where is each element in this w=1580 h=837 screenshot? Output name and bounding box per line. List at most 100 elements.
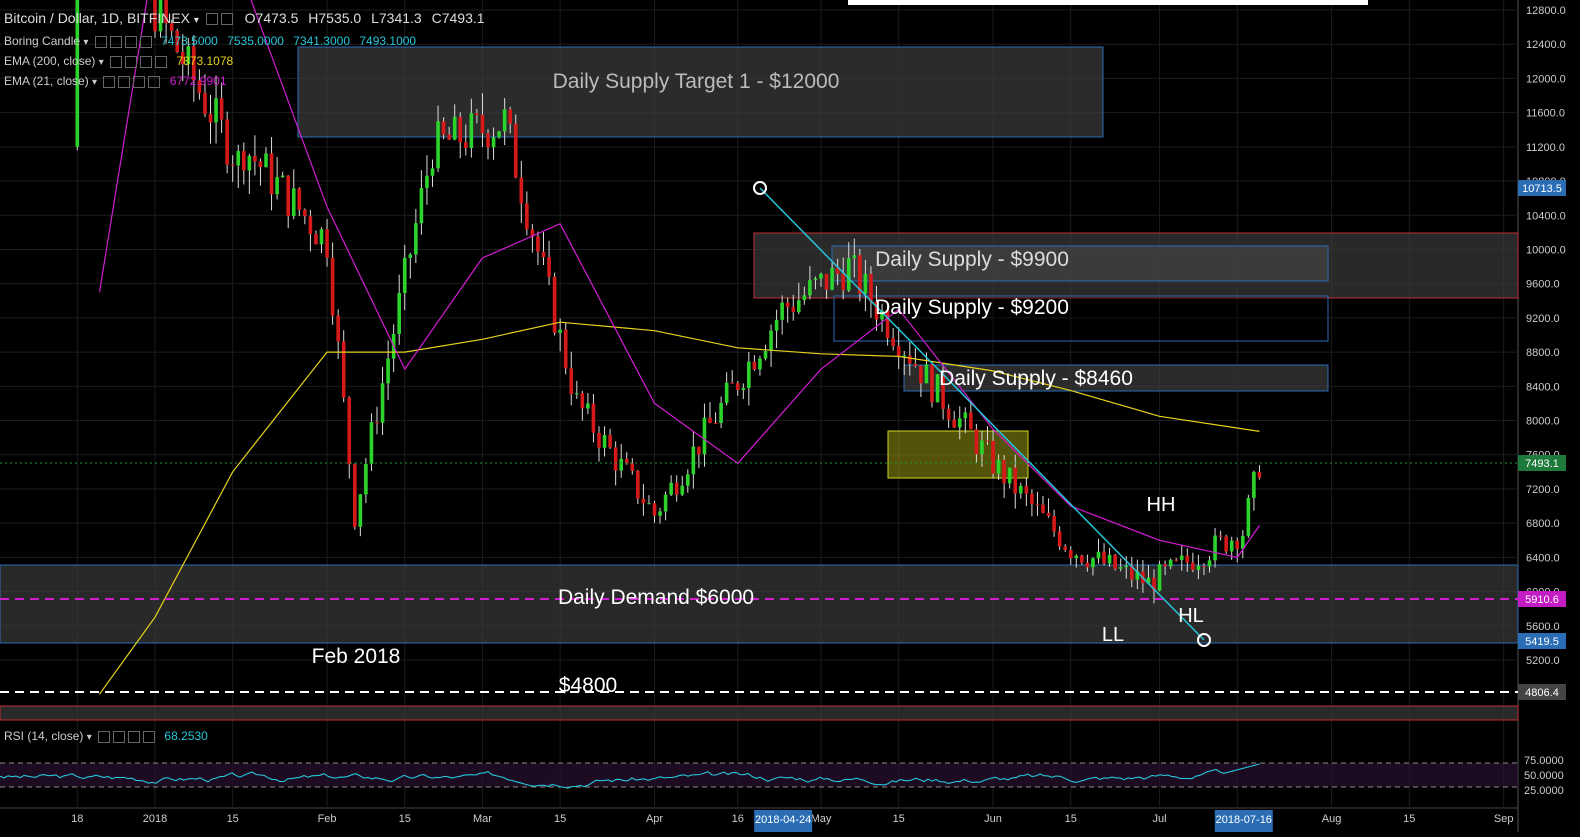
time-highlight-label: 2018-07-16	[1216, 814, 1272, 826]
price-tick: 5200.0	[1526, 655, 1560, 667]
add-icon[interactable]	[133, 75, 146, 88]
zone-bottom	[0, 705, 1519, 721]
candle-body	[430, 168, 435, 176]
candle-body	[713, 422, 718, 424]
add-icon[interactable]	[124, 35, 137, 48]
time-tick: Jun	[984, 813, 1002, 825]
candle-body	[1252, 471, 1256, 498]
candle-body	[1019, 485, 1023, 494]
candle-body	[1174, 559, 1178, 561]
candle-body	[763, 351, 768, 359]
settings-icon[interactable]	[125, 55, 138, 68]
indicator-ema200[interactable]: EMA (200, close) ▾ 7873.1078	[4, 54, 233, 68]
candle-body	[458, 116, 463, 143]
candle-body	[475, 113, 479, 115]
symbol-title[interactable]: Bitcoin / Dollar, 1D, BITFINEX	[4, 10, 190, 26]
settings-icon[interactable]	[113, 730, 126, 743]
candle-body	[347, 397, 352, 465]
time-tick: Sep	[1494, 813, 1514, 825]
candle-body	[730, 382, 734, 384]
indicator-boring-candle[interactable]: Boring Candle ▾ 7473.5000 7535.0000 7341…	[4, 34, 416, 48]
candle-body	[969, 412, 973, 430]
close-icon[interactable]	[148, 75, 161, 88]
eye-icon[interactable]	[98, 730, 111, 743]
candle-body	[464, 142, 468, 148]
label-supply-8460: Daily Supply - $8460	[939, 367, 1133, 390]
chevron-down-icon[interactable]: ▾	[194, 15, 199, 26]
candle-body	[1035, 504, 1040, 506]
add-icon[interactable]	[140, 55, 153, 68]
eye-icon[interactable]	[103, 75, 116, 88]
candle-body	[513, 123, 518, 178]
candle-body	[741, 388, 746, 390]
settings-icon[interactable]	[220, 13, 233, 26]
candle-body	[491, 137, 496, 148]
candle-body	[1107, 554, 1112, 564]
chart-svg[interactable]: Daily Supply Target 1 - $12000 Daily Sup…	[0, 0, 1580, 832]
candle-body	[230, 164, 235, 166]
candle-body	[469, 113, 474, 148]
candle-body	[780, 302, 784, 320]
indicator-value: 7873.1078	[176, 54, 234, 68]
candle-body	[597, 432, 601, 448]
chevron-down-icon[interactable]: ▾	[99, 57, 104, 68]
time-tick: 18	[71, 813, 83, 825]
candle-body	[1057, 531, 1062, 547]
rsi-pane[interactable]	[0, 762, 1518, 789]
candle-body	[852, 255, 857, 259]
candle-body	[242, 151, 246, 171]
chevron-down-icon[interactable]: ▾	[87, 732, 92, 743]
candle-body	[608, 435, 612, 448]
candle-body	[974, 429, 979, 455]
candle-body	[563, 329, 568, 369]
price-tag-label: 7493.1	[1525, 458, 1559, 470]
settings-icon[interactable]	[118, 75, 131, 88]
candle-body	[291, 188, 296, 216]
candle-body	[1030, 493, 1034, 505]
candle-body	[1235, 540, 1240, 549]
candle-body	[1157, 564, 1162, 591]
close-icon[interactable]	[139, 35, 152, 48]
ohlc-open: O7473.5	[244, 10, 299, 26]
eye-icon[interactable]	[94, 35, 107, 48]
candle-body	[686, 474, 690, 486]
candle-body	[219, 98, 224, 120]
eye-icon[interactable]	[110, 55, 123, 68]
candle-body	[1196, 565, 1201, 570]
label-4800: $4800	[559, 674, 617, 697]
chevron-down-icon[interactable]: ▾	[83, 37, 88, 48]
chevron-down-icon[interactable]: ▾	[92, 77, 97, 88]
candle-body	[613, 447, 618, 471]
indicator-ema21[interactable]: EMA (21, close) ▾ 6772.9901	[4, 74, 227, 88]
indicator-rsi[interactable]: RSI (14, close) ▾ 68.2530	[4, 729, 208, 743]
time-tick: Mar	[473, 813, 492, 825]
settings-icon[interactable]	[109, 35, 122, 48]
price-tick: 11200.0	[1526, 142, 1565, 154]
candle-body	[486, 133, 490, 148]
ohlc-low: L7341.3	[371, 10, 422, 26]
candle-body	[980, 440, 984, 455]
candle-body	[280, 175, 285, 178]
candle-body	[325, 229, 329, 258]
candle-body	[1074, 555, 1079, 559]
candle-body	[1257, 471, 1262, 478]
candle-body	[913, 363, 918, 366]
candle-body	[619, 458, 623, 471]
candle-body	[735, 383, 740, 390]
candle-body	[214, 98, 218, 123]
candle-body	[497, 131, 501, 138]
time-tick: 15	[399, 813, 411, 825]
candle-body	[225, 119, 229, 165]
price-tick: 10000.0	[1526, 244, 1566, 256]
close-icon[interactable]	[143, 730, 156, 743]
candle-body	[236, 151, 241, 166]
close-icon[interactable]	[155, 55, 168, 68]
candle-body	[358, 494, 363, 527]
time-tick: Apr	[646, 813, 663, 825]
candle-body	[375, 422, 379, 424]
candle-body	[724, 382, 729, 403]
add-icon[interactable]	[128, 730, 141, 743]
rsi-tick: 75.0000	[1524, 755, 1564, 767]
time-tick: May	[811, 813, 832, 825]
eye-icon[interactable]	[205, 13, 218, 26]
